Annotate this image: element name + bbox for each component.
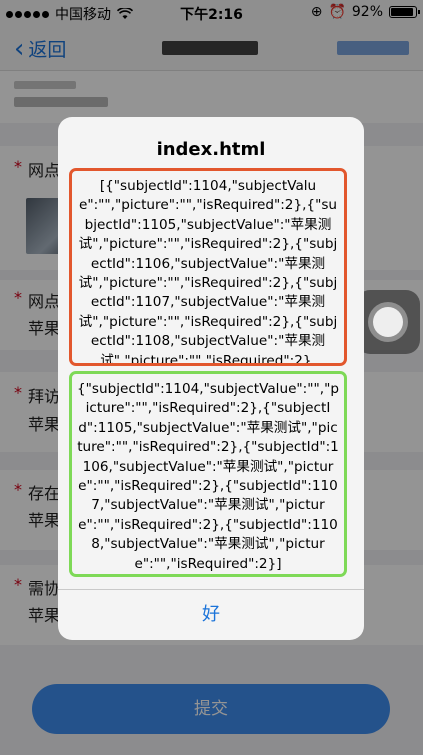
ok-button[interactable]: 好: [58, 590, 364, 640]
alert-dialog: index.html [{"subjectId":1104,"subjectVa…: [58, 117, 364, 640]
alert-message-highlight-top: [{"subjectId":1104,"subjectValue":"","pi…: [69, 168, 347, 366]
alert-title: index.html: [156, 139, 266, 160]
assistive-touch-icon: [373, 307, 403, 337]
alert-message-highlight-bottom: {"subjectId":1104,"subjectValue":"","pic…: [69, 371, 347, 577]
assistive-touch-button[interactable]: [356, 290, 420, 354]
